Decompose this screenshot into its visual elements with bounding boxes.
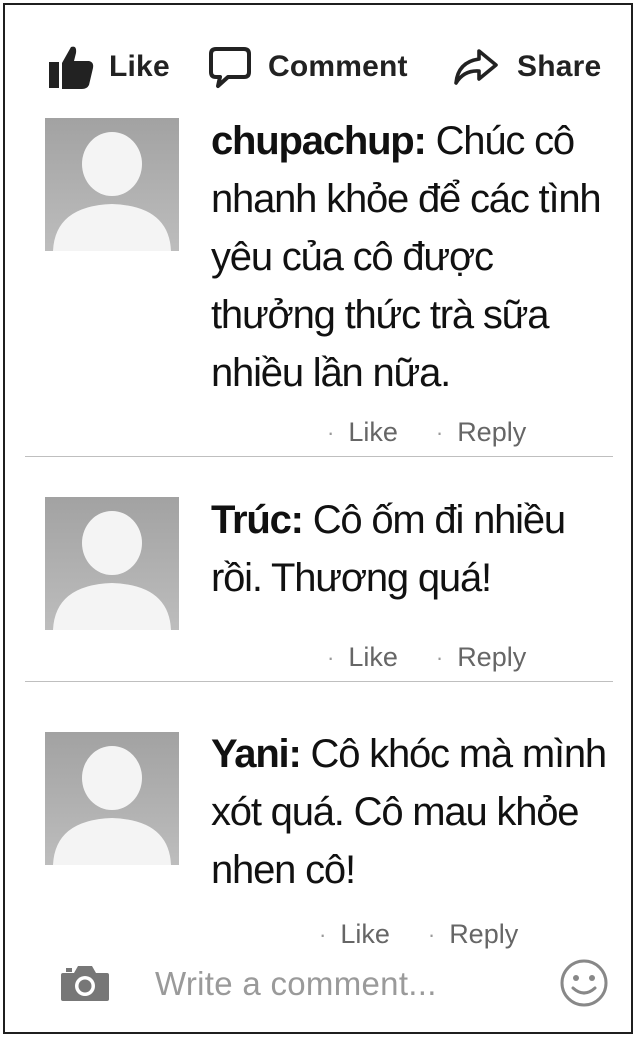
divider	[25, 456, 613, 457]
avatar[interactable]	[45, 497, 179, 630]
thumbs-up-icon	[47, 44, 95, 90]
comment-post-label: Comment	[268, 50, 408, 83]
comment-like-button[interactable]: Like	[348, 642, 398, 673]
avatar[interactable]	[45, 118, 179, 251]
write-comment-input[interactable]	[155, 961, 535, 1007]
comment-reply-button[interactable]: Reply	[449, 919, 518, 950]
avatar[interactable]	[45, 732, 179, 865]
comment-post-button[interactable]: Comment	[208, 41, 408, 93]
default-user-icon	[53, 511, 171, 630]
like-post-label: Like	[109, 50, 170, 83]
share-arrow-icon	[453, 47, 499, 87]
comment-like-button[interactable]: Like	[348, 417, 398, 448]
comment-meta: · Like · Reply	[319, 919, 519, 950]
post-action-bar: Like Comment Share	[5, 41, 631, 93]
comment-body: Yani: Cô khóc mà mình xót quá. Cô mau kh…	[211, 725, 616, 899]
share-post-label: Share	[517, 50, 602, 83]
comment-author[interactable]: chupachup:	[211, 119, 427, 163]
divider	[25, 681, 613, 682]
comment-like-button[interactable]: Like	[340, 919, 390, 950]
comment-author[interactable]: Trúc:	[211, 498, 304, 542]
comment-body: chupachup: Chúc cô nhanh khỏe để các tìn…	[211, 112, 616, 402]
speech-bubble-icon	[208, 45, 252, 89]
comment-body: Trúc: Cô ốm đi nhiều rồi. Thương quá!	[211, 491, 616, 607]
comment-panel: Like Comment Share chupachup: Chúc cô nh…	[3, 3, 633, 1034]
comment-meta: · Like · Reply	[327, 417, 527, 448]
default-user-icon	[53, 746, 171, 865]
smiley-icon[interactable]	[558, 957, 610, 1014]
default-user-icon	[53, 132, 171, 251]
comment-composer	[5, 955, 631, 1015]
comment-author[interactable]: Yani:	[211, 732, 302, 776]
comment-reply-button[interactable]: Reply	[457, 417, 526, 448]
comment-reply-button[interactable]: Reply	[457, 642, 526, 673]
comment-meta: · Like · Reply	[327, 642, 527, 673]
share-post-button[interactable]: Share	[453, 41, 601, 93]
camera-icon[interactable]	[59, 963, 111, 1008]
like-post-button[interactable]: Like	[47, 41, 170, 93]
